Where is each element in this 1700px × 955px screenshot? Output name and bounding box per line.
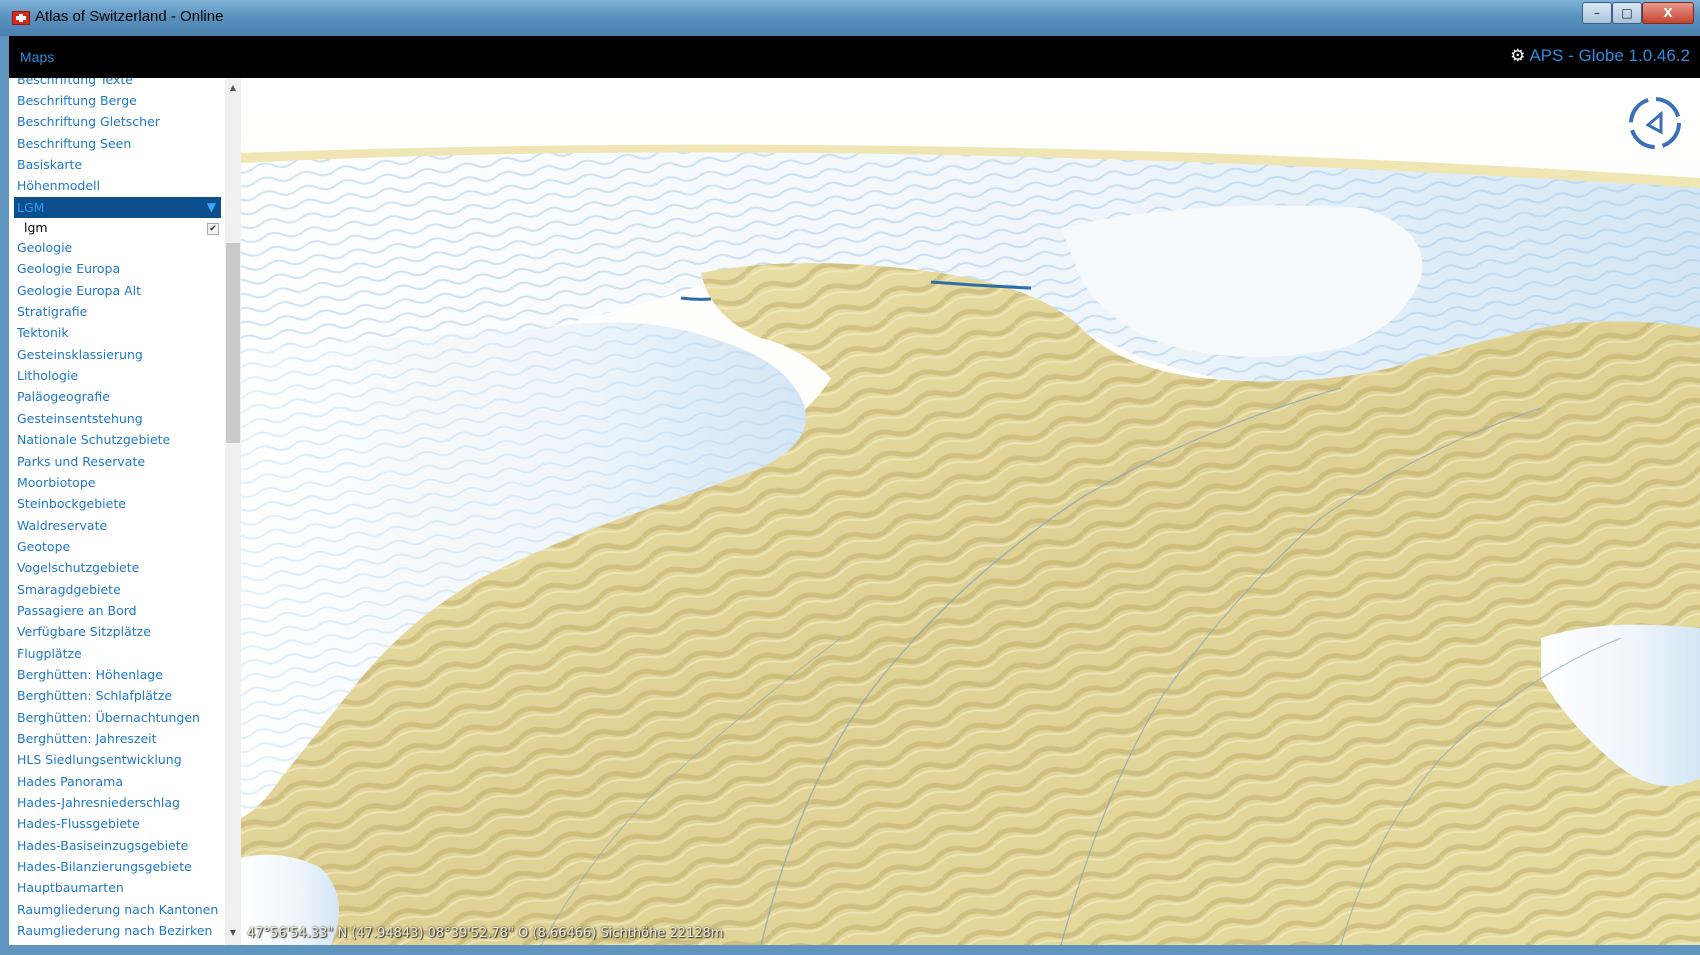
layer-item[interactable]: Raumgliederung nach Kantonen (9, 899, 223, 920)
layer-list[interactable]: Beschriftung Texte Beschriftung Berge Bes… (9, 78, 223, 945)
layer-item[interactable]: Nationale Schutzgebiete (9, 429, 223, 450)
layer-item[interactable]: Berghütten: Jahreszeit (9, 728, 223, 749)
layer-item[interactable]: Hauptbaumarten (9, 877, 223, 898)
maps-menu[interactable]: Maps (20, 49, 54, 65)
layer-item[interactable]: Verfügbare Sitzplätze (9, 621, 223, 642)
layer-item[interactable]: Gesteinsentstehung (9, 408, 223, 429)
sublayer-label: lgm (24, 220, 48, 236)
layer-item[interactable]: Beschriftung Berge (9, 90, 223, 111)
layer-item[interactable]: Geologie Europa (9, 258, 223, 279)
window-title-bar[interactable]: Atlas of Switzerland - Online – □ X (0, 0, 1700, 36)
layer-item[interactable]: Smaragdgebiete (9, 579, 223, 600)
layer-item[interactable]: Beschriftung Texte (9, 78, 223, 90)
sidebar-scrollbar[interactable]: ▲ ▼ (225, 78, 241, 945)
layer-item[interactable]: Berghütten: Schlafplätze (9, 685, 223, 706)
layer-item[interactable]: Stratigrafie (9, 301, 223, 322)
layer-item[interactable]: Geotope (9, 536, 223, 557)
window-frame-bottom (0, 945, 1700, 955)
layer-item[interactable]: Steinbockgebiete (9, 493, 223, 514)
scroll-down-arrow-icon[interactable]: ▼ (225, 925, 241, 941)
layer-item[interactable]: Hades Panorama (9, 771, 223, 792)
layer-item[interactable]: Geologie Europa Alt (9, 280, 223, 301)
scroll-up-arrow-icon[interactable]: ▲ (225, 80, 241, 96)
compass-navigation-icon[interactable] (1624, 92, 1686, 154)
layer-item[interactable]: Passagiere an Bord (9, 600, 223, 621)
swiss-flag-icon (12, 11, 30, 25)
layer-item[interactable]: Gesteinsklassierung (9, 344, 223, 365)
scroll-thumb[interactable] (226, 243, 240, 443)
layer-item[interactable]: Hades-Flussgebiete (9, 813, 223, 834)
window-title: Atlas of Switzerland - Online (35, 8, 224, 25)
layer-item[interactable]: Beschriftung Gletscher (9, 111, 223, 132)
layer-item[interactable]: Flugplätze (9, 643, 223, 664)
layer-item[interactable]: Vogelschutzgebiete (9, 557, 223, 578)
layer-sidebar: Beschriftung Texte Beschriftung Berge Bes… (9, 78, 241, 945)
layer-item[interactable]: Beschriftung Seen (9, 133, 223, 154)
sublayer-item[interactable]: lgm ✔ (14, 218, 223, 237)
layer-item[interactable]: Parks und Reservate (9, 451, 223, 472)
version-text: APS - Globe 1.0.46.2 (1529, 46, 1690, 65)
layer-item[interactable]: Hades-Jahresniederschlag (9, 792, 223, 813)
app-toolbar: Maps ⚙ APS - Globe 1.0.46.2 (9, 36, 1700, 78)
layer-group-label: LGM (17, 199, 45, 215)
close-button[interactable]: X (1642, 2, 1694, 24)
dropdown-arrow-icon[interactable]: ▼ (207, 197, 216, 218)
layer-item[interactable]: Basiskarte (9, 154, 223, 175)
layer-item[interactable]: Waldreservate (9, 515, 223, 536)
app-version-label[interactable]: ⚙ APS - Globe 1.0.46.2 (1510, 46, 1690, 66)
layer-item[interactable]: Paläogeografie (9, 386, 223, 407)
layer-item[interactable]: Tektonik (9, 322, 223, 343)
window-frame-left (0, 36, 9, 955)
layer-item[interactable]: Geologie (9, 237, 223, 258)
layer-item[interactable]: Lithologie (9, 365, 223, 386)
terrain-map[interactable] (241, 78, 1700, 945)
sublayer-checkbox[interactable]: ✔ (207, 223, 219, 236)
minimize-button[interactable]: – (1582, 2, 1612, 24)
lake-line (680, 296, 712, 301)
layer-item[interactable]: Höhenmodell (9, 175, 223, 196)
gear-icon[interactable]: ⚙ (1510, 46, 1525, 65)
coordinates-readout: 47°56'54.33" N (47.94843) 08°39'52.78" O… (247, 926, 724, 941)
layer-item[interactable]: Berghütten: Übernachtungen (9, 707, 223, 728)
maximize-button[interactable]: □ (1612, 2, 1642, 24)
layer-item[interactable]: Raumgliederung nach Bezirken (9, 920, 223, 941)
layer-group-selected[interactable]: LGM ▼ (14, 196, 221, 219)
globe-3d-view[interactable]: 47°56'54.33" N (47.94843) 08°39'52.78" O… (241, 78, 1700, 945)
layer-item[interactable]: Berghütten: Höhenlage (9, 664, 223, 685)
layer-item[interactable]: Hades-Bilanzierungsgebiete (9, 856, 223, 877)
layer-item[interactable]: HLS Siedlungsentwicklung (9, 749, 223, 770)
layer-item[interactable]: Moorbiotope (9, 472, 223, 493)
layer-item[interactable]: Hades-Basiseinzugsgebiete (9, 835, 223, 856)
